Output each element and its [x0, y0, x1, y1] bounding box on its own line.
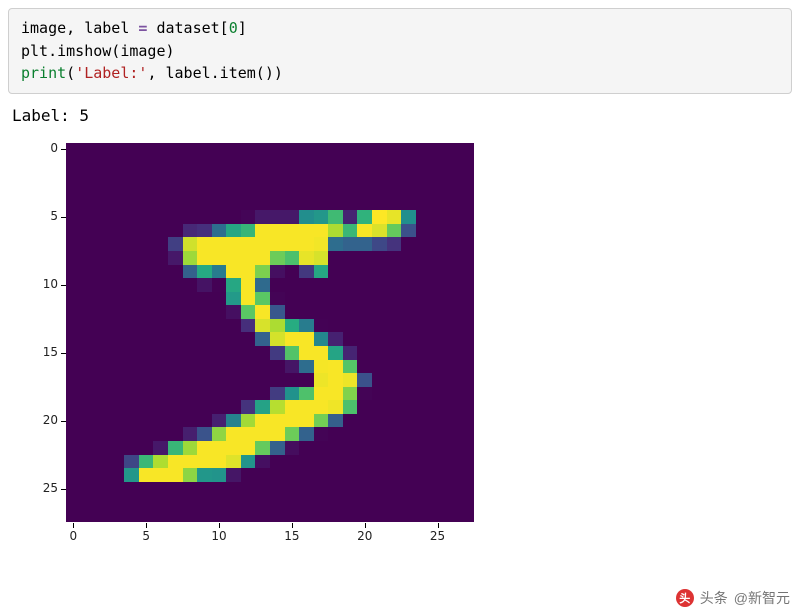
- y-tick-label: 25: [18, 481, 58, 495]
- x-tick-label: 15: [277, 529, 307, 543]
- code-line-1a: image, label: [21, 19, 138, 37]
- watermark-logo-icon: 头: [676, 589, 694, 607]
- stdout-output: Label: 5: [8, 94, 792, 129]
- code-line-1c: ]: [238, 19, 247, 37]
- code-line-1b: dataset[: [147, 19, 228, 37]
- mnist-heatmap-plot: 0 5 10 15 20 25 0 5 10 15 20 25: [14, 137, 514, 557]
- watermark-prefix: 头条: [700, 588, 728, 608]
- y-tick-label: 5: [18, 209, 58, 223]
- y-tick-label: 10: [18, 277, 58, 291]
- code-cell: image, label = dataset[0] plt.imshow(ima…: [8, 8, 792, 94]
- watermark-account: @新智元: [734, 588, 790, 608]
- x-tick-label: 5: [131, 529, 161, 543]
- x-tick-label: 0: [58, 529, 88, 543]
- watermark: 头 头条 @新智元: [676, 588, 790, 608]
- y-tick-label: 20: [18, 413, 58, 427]
- code-fn: print: [21, 64, 66, 82]
- plot-axes: [66, 143, 474, 523]
- x-tick-label: 10: [204, 529, 234, 543]
- code-line-3a: (: [66, 64, 75, 82]
- heatmap-grid: [66, 143, 474, 523]
- code-num: 0: [229, 19, 238, 37]
- y-tick-label: 0: [18, 141, 58, 155]
- x-tick-label: 25: [423, 529, 453, 543]
- code-line-3b: , label.item()): [147, 64, 282, 82]
- code-str: 'Label:': [75, 64, 147, 82]
- y-tick-label: 15: [18, 345, 58, 359]
- code-line-2: plt.imshow(image): [21, 42, 175, 60]
- x-tick-label: 20: [350, 529, 380, 543]
